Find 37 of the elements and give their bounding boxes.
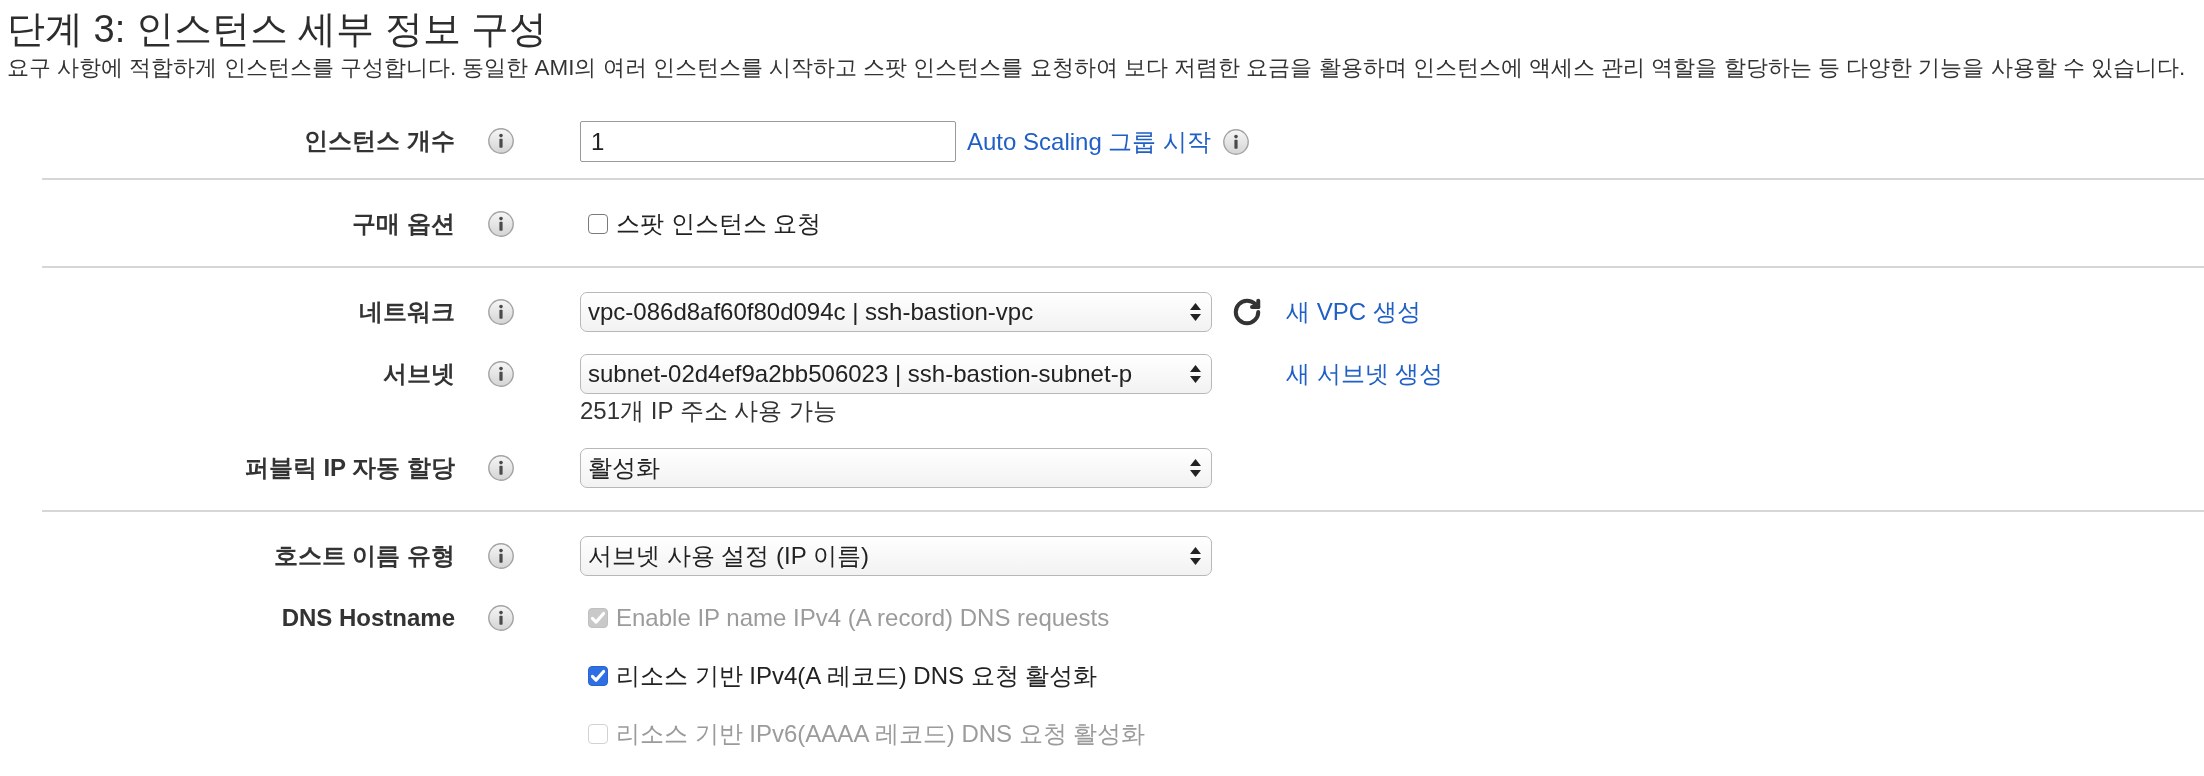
field-label: 구매 옵션 xyxy=(352,209,455,239)
link[interactable]: Auto Scaling 그룹 시작 xyxy=(967,126,1212,157)
info-icon[interactable] xyxy=(488,455,514,481)
checkbox[interactable] xyxy=(588,666,608,686)
field-label: 서브넷 xyxy=(383,359,455,389)
select-field[interactable]: vpc-086d8af60f80d094c | ssh-bastion-vpc xyxy=(580,292,1212,332)
info-icon[interactable] xyxy=(488,605,514,631)
select-field[interactable]: subnet-02d4ef9a2bb506023 | ssh-bastion-subnet-p xyxy=(580,354,1212,394)
field-label: 네트워크 xyxy=(359,297,455,327)
info-icon[interactable] xyxy=(1223,128,1250,155)
page-title: 단계 3: 인스턴스 세부 정보 구성 xyxy=(7,7,549,52)
link[interactable]: 새 서브넷 생성 xyxy=(1286,359,1444,389)
checkbox[interactable] xyxy=(588,214,608,234)
info-icon[interactable] xyxy=(488,211,514,237)
link[interactable]: 새 VPC 생성 xyxy=(1286,297,1421,327)
info-icon[interactable] xyxy=(488,299,514,325)
refresh-icon[interactable] xyxy=(1232,297,1262,327)
caret-icon xyxy=(1189,364,1202,384)
caret-icon xyxy=(1189,302,1202,322)
info-icon[interactable] xyxy=(488,361,514,387)
input-field[interactable]: 1 xyxy=(580,121,956,162)
field-label: DNS Hostname xyxy=(281,603,455,633)
page-description: 요구 사항에 적합하게 인스턴스를 구성합니다. 동일한 AMI의 여러 인스턴스를 시작하고 스팟 인스턴스를 요청하여 보다 저렴한 요금을 활용하며 인스턴스에 액세스 관리 역할을 할당하는 등 다양한 기능을 사용할 수 있습니다. xyxy=(7,54,2187,82)
select-field[interactable]: 서브넷 사용 설정 (IP 이름) xyxy=(580,536,1212,576)
field-label: 호스트 이름 유형 xyxy=(273,541,455,571)
checkbox-label[interactable]: 스팟 인스턴스 요청 xyxy=(616,206,822,242)
select-field[interactable]: 활성화 xyxy=(580,448,1212,488)
field-label: 퍼블릭 IP 자동 할당 xyxy=(244,453,455,483)
caret-icon xyxy=(1189,458,1202,478)
caret-icon xyxy=(1189,546,1202,566)
check-icon xyxy=(591,611,605,625)
info-icon[interactable] xyxy=(488,128,514,154)
checkbox-label[interactable]: 리소스 기반 IPv4(A 레코드) DNS 요청 활성화 xyxy=(616,658,1098,694)
info-icon[interactable] xyxy=(488,543,514,569)
field-label: 인스턴스 개수 xyxy=(304,126,455,156)
helper-text: 251개 IP 주소 사용 가능 xyxy=(580,396,837,426)
check-icon xyxy=(591,669,605,683)
